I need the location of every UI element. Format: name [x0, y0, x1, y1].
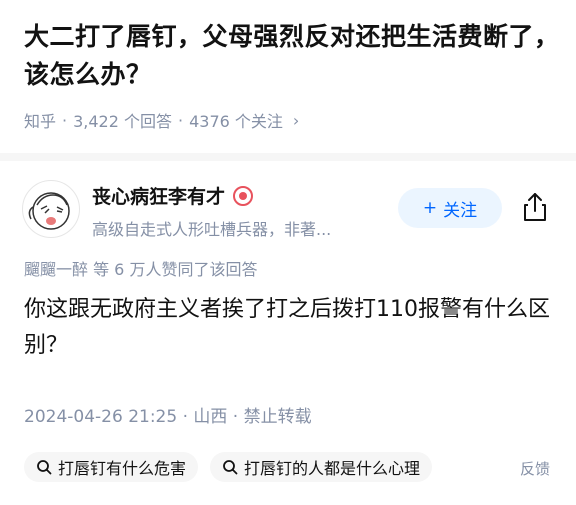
avatar[interactable] [22, 180, 80, 238]
chevron-right-icon[interactable]: › [293, 111, 299, 130]
plus-icon: + [422, 198, 438, 218]
chip-label: 打唇钉的人都是什么心理 [244, 459, 421, 478]
related-search-chip[interactable]: 打唇钉有什么危害 [24, 452, 199, 482]
badge-icon [233, 185, 254, 206]
follow-button[interactable]: + 关注 [398, 188, 502, 228]
author-name[interactable]: 丧心病狂李有才 [92, 182, 254, 209]
question-title[interactable]: 大二打了唇钉，父母强烈反对还把生活费断了，该怎么办？ [24, 18, 564, 94]
meta-separator: · [62, 110, 68, 130]
answer-meta: 2024-04-26 21:25 · 山西 · 禁止转载 [24, 407, 312, 427]
author-bio: 高级自走式人形吐槽兵器，非著... [92, 220, 332, 239]
source-label: 知乎 [24, 112, 57, 131]
author-name-text: 丧心病狂李有才 [92, 186, 226, 208]
search-icon [223, 460, 238, 475]
feedback-link[interactable]: 反馈 [520, 458, 550, 479]
answer-body[interactable]: 你这跟无政府主义者挨了打之后拨打110报警有什么区别？ [24, 292, 560, 364]
share-icon[interactable] [522, 192, 548, 222]
follow-label: 关注 [443, 200, 478, 221]
author-row: 丧心病狂李有才 高级自走式人形吐槽兵器，非著... + 关注 [22, 178, 562, 242]
related-search-chip[interactable]: 打唇钉的人都是什么心理 [210, 452, 433, 482]
followers-count: 4376 个关注 [189, 112, 283, 131]
upvote-summary: 飀飀一醉 等 6 万人赞同了该回答 [24, 260, 258, 279]
related-searches: 打唇钉有什么危害 打唇钉的人都是什么心理 [24, 452, 433, 482]
search-icon [37, 460, 52, 475]
chip-label: 打唇钉有什么危害 [58, 459, 187, 478]
meta-separator: · [178, 110, 184, 130]
section-divider [0, 153, 576, 161]
question-meta[interactable]: 知乎 · 3,422 个回答 · 4376 个关注 › [24, 108, 299, 132]
answers-count: 3,422 个回答 [73, 112, 173, 131]
